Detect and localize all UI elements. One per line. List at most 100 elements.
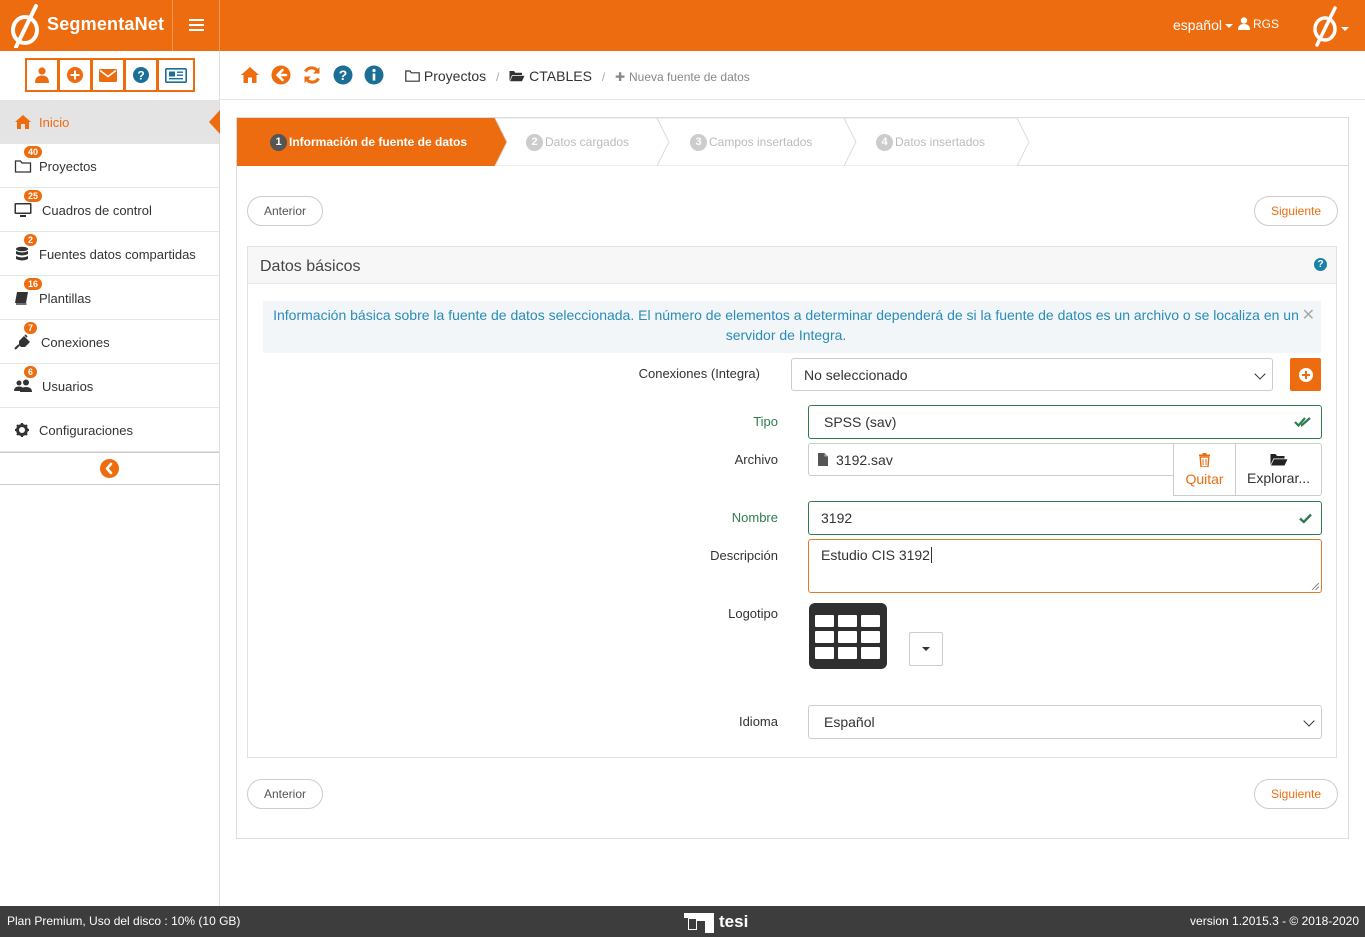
close-icon[interactable]: ✕: [1302, 306, 1315, 326]
caret-down-icon: [922, 647, 930, 651]
footer: Plan Premium, Uso del disco : 10% (10 GB…: [0, 906, 1365, 937]
breadcrumb-proyectos[interactable]: Proyectos: [424, 68, 486, 84]
chevron-left-circle-icon: [100, 459, 119, 478]
home-icon[interactable]: [240, 65, 260, 85]
tipo-select[interactable]: SPSS (sav): [808, 405, 1322, 439]
archivo-value: 3192.sav: [836, 451, 893, 468]
sidebar-item-label: Proyectos: [39, 159, 97, 174]
nombre-value: 3192: [821, 510, 853, 526]
archivo-field[interactable]: 3192.sav: [808, 443, 1174, 476]
book-icon: [15, 292, 28, 305]
idioma-select[interactable]: Español: [808, 705, 1322, 739]
quitar-label: Quitar: [1185, 470, 1224, 487]
step-label: Datos cargados: [545, 135, 630, 149]
wizard-step-2[interactable]: 2 Datos cargados: [526, 118, 629, 166]
tesi-logo-icon: [684, 913, 714, 933]
tipo-label: Tipo: [753, 414, 778, 429]
language-selector[interactable]: español: [1173, 17, 1233, 33]
sidebar-item-inicio[interactable]: Inicio: [0, 100, 220, 144]
segmentanet-logo-icon: [1313, 6, 1349, 47]
refresh-icon[interactable]: [302, 65, 322, 85]
svg-text:?: ?: [137, 69, 144, 83]
sidebar-item-fuentes-datos-compartidas[interactable]: 2 Fuentes datos compartidas: [0, 232, 219, 276]
help-button[interactable]: ?: [124, 58, 158, 92]
back-icon[interactable]: [271, 65, 291, 85]
profile-button[interactable]: [25, 58, 59, 92]
descripcion-label: Descripción: [710, 548, 778, 563]
folder-icon: [405, 70, 420, 82]
brand[interactable]: SegmentaNet: [0, 0, 172, 51]
next-button-top[interactable]: Siguiente: [1254, 196, 1338, 226]
explorar-label: Explorar...: [1246, 470, 1311, 486]
plug-icon: [14, 334, 30, 350]
add-button[interactable]: [58, 58, 92, 92]
count-badge: 40: [24, 146, 43, 158]
logo-table-icon[interactable]: [809, 603, 887, 669]
sidebar-item-proyectos[interactable]: 40 Proyectos: [0, 144, 219, 188]
step-number: 1: [270, 133, 287, 151]
sidebar-item-configuraciones[interactable]: Configuraciones: [0, 408, 219, 452]
breadcrumb-ctables[interactable]: CTABLES: [529, 68, 592, 84]
double-check-icon: [1294, 417, 1311, 428]
language-label: español: [1172, 17, 1222, 33]
next-button-bottom[interactable]: Siguiente: [1254, 779, 1338, 809]
plus-icon: ✚: [615, 70, 626, 84]
plus-circle-icon: [1298, 367, 1313, 382]
cog-icon: [15, 423, 29, 437]
users-icon: [14, 379, 32, 392]
plus-circle-icon: [67, 67, 83, 83]
idioma-value: Español: [824, 714, 875, 730]
sidebar-item-usuarios[interactable]: 6 Usuarios: [0, 364, 219, 408]
basic-data-section: Datos básicos ? Información básica sobre…: [247, 246, 1337, 758]
previous-button-top[interactable]: Anterior: [247, 196, 323, 226]
wizard-step-1[interactable]: 1 Información de fuente de datos: [270, 118, 467, 166]
count-badge: 16: [24, 278, 43, 290]
logo-dropdown-button[interactable]: [909, 632, 943, 666]
user-menu[interactable]: RGS: [1237, 17, 1279, 31]
step-label: Datos insertados: [895, 135, 986, 149]
info-alert: Información básica sobre la fuente de da…: [263, 301, 1321, 353]
desktop-icon: [14, 203, 32, 217]
nombre-input[interactable]: 3192: [808, 501, 1322, 535]
question-circle-icon[interactable]: ?: [333, 65, 353, 85]
previous-button-bottom[interactable]: Anterior: [247, 779, 323, 809]
sidebar-item-cuadros-de-control[interactable]: 25 Cuadros de control: [0, 188, 219, 232]
messages-button[interactable]: [91, 58, 125, 92]
browse-file-button[interactable]: Explorar...: [1236, 444, 1321, 495]
home-icon: [15, 115, 31, 129]
idioma-label: Idioma: [738, 714, 778, 729]
chevron-down-icon: [1303, 715, 1315, 727]
database-icon: [16, 246, 28, 261]
menu-toggle-button[interactable]: [172, 0, 220, 51]
connections-value: No seleccionado: [804, 366, 908, 383]
descripcion-textarea[interactable]: Estudio CIS 3192: [808, 539, 1322, 593]
sidebar-collapse-button[interactable]: [0, 452, 219, 485]
step-number: 2: [526, 133, 543, 151]
info-circle-icon[interactable]: [364, 65, 384, 85]
question-circle-icon[interactable]: ?: [1314, 258, 1327, 271]
quick-actions: ?: [25, 58, 195, 92]
sidebar-nav: Inicio 40 Proyectos 25 Cuadros de contro…: [0, 100, 220, 452]
step-label: Información de fuente de datos: [289, 135, 468, 149]
envelope-icon: [99, 68, 117, 82]
resize-handle-icon[interactable]: [1311, 582, 1319, 590]
sidebar-item-conexiones[interactable]: 7 Conexiones: [0, 320, 219, 364]
plan-usage: Plan Premium, Uso del disco : 10% (10 GB…: [7, 914, 241, 928]
wizard-step-4[interactable]: 4 Datos insertados: [876, 118, 985, 166]
file-actions: Quitar Explorar...: [1173, 443, 1322, 496]
connections-select[interactable]: No seleccionado: [791, 358, 1273, 391]
wizard-step-3[interactable]: 3 Campos insertados: [690, 118, 812, 166]
section-header: Datos básicos ?: [248, 247, 1336, 284]
wizard-panel: 1 Información de fuente de datos 2 Datos c…: [236, 117, 1349, 839]
news-button[interactable]: [157, 58, 195, 92]
connections-label: Conexiones (Integra): [638, 366, 760, 381]
toolbar: ? Proyectos / CTABLES / ✚ Nueva fuente d…: [220, 51, 1365, 100]
folder-icon: [14, 160, 32, 173]
add-connection-button[interactable]: [1290, 358, 1321, 391]
top-bar: SegmentaNet español RGS: [0, 0, 1365, 51]
newspaper-icon: [165, 67, 187, 83]
remove-file-button[interactable]: Quitar: [1174, 444, 1236, 495]
count-badge: 2: [24, 234, 38, 246]
sidebar-item-plantillas[interactable]: 16 Plantillas: [0, 276, 219, 320]
app-menu[interactable]: [1311, 5, 1353, 50]
